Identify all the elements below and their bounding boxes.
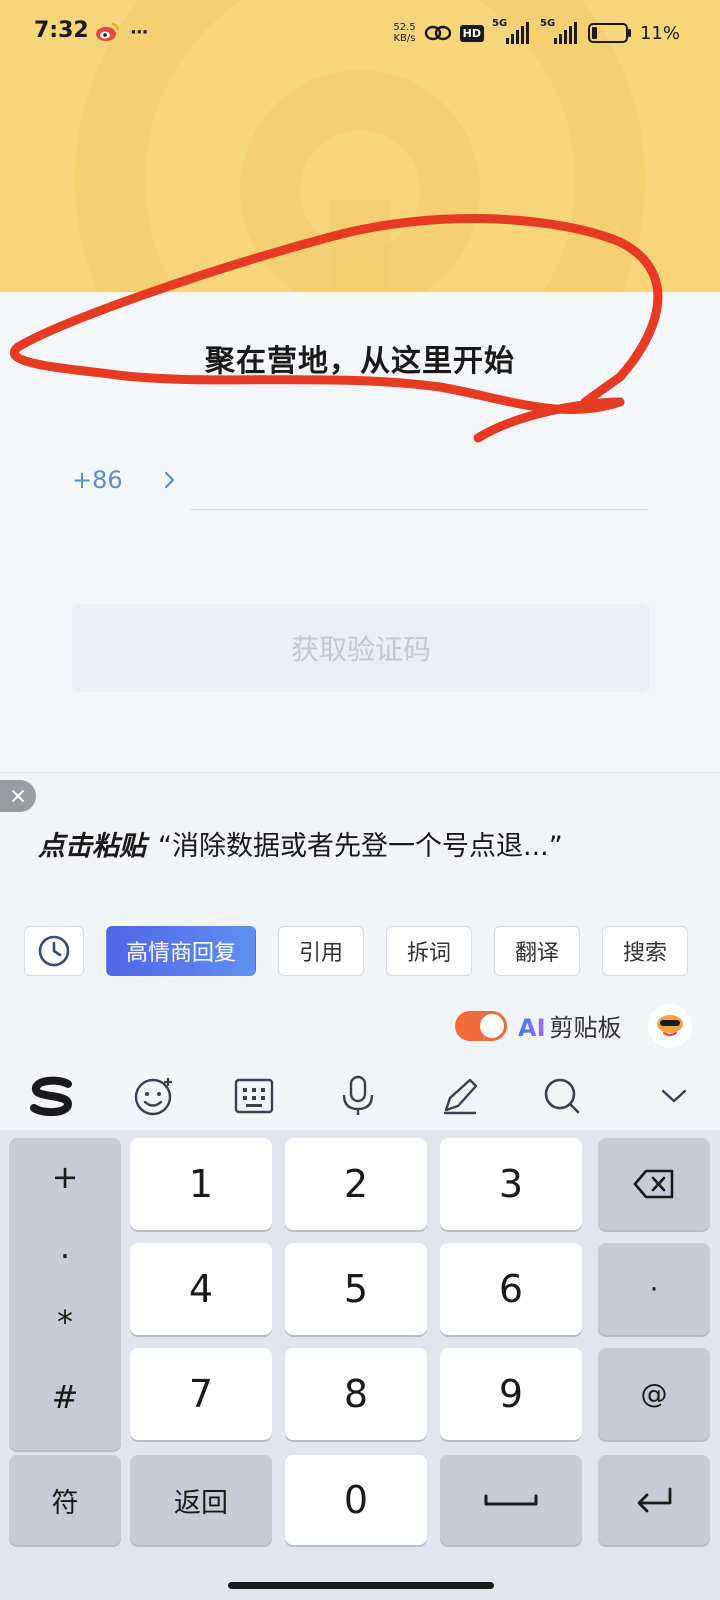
numeric-keypad: + . * # 1 2 3 4 5 6 · 7 8 9 @ 符 返回 0 — [0, 1130, 720, 1600]
space-bar-icon — [484, 1494, 538, 1506]
ai-text: AI — [518, 1014, 546, 1042]
chevron-right-icon[interactable] — [160, 470, 180, 490]
more-indicator: ··· — [130, 21, 148, 43]
key-0[interactable]: 0 — [285, 1455, 427, 1545]
keyboard-icon[interactable] — [232, 1074, 276, 1118]
key-9[interactable]: 9 — [440, 1348, 582, 1440]
home-indicator[interactable] — [228, 1582, 494, 1589]
key-7[interactable]: 7 — [130, 1348, 272, 1440]
key-3[interactable]: 3 — [440, 1138, 582, 1230]
key-2[interactable]: 2 — [285, 1138, 427, 1230]
ai-clipboard-row: AI 剪贴板 — [0, 1000, 720, 1054]
phone-number-input[interactable] — [190, 456, 648, 510]
key-5[interactable]: 5 — [285, 1243, 427, 1335]
close-clipboard-button[interactable] — [0, 780, 36, 812]
ime-toolbar: 高情商回复 引用 拆词 翻译 搜索 — [24, 926, 688, 976]
ai-clipboard-label: 剪贴板 — [549, 1014, 622, 1042]
key-plus[interactable]: + — [9, 1158, 121, 1196]
backspace-key[interactable] — [598, 1138, 710, 1230]
key-6[interactable]: 6 — [440, 1243, 582, 1335]
signal-icon: 5G — [540, 18, 580, 46]
mascot-icon[interactable] — [648, 1004, 692, 1048]
ai-clipboard-toggle[interactable] — [455, 1011, 507, 1041]
weibo-icon — [96, 23, 119, 41]
key-period[interactable]: . — [9, 1228, 121, 1266]
link-icon — [424, 25, 451, 41]
search-chip[interactable]: 搜索 — [602, 926, 688, 976]
handwriting-pen-icon[interactable] — [438, 1074, 482, 1118]
sogou-logo-icon[interactable] — [28, 1074, 76, 1118]
symbol-column[interactable]: + . * # — [9, 1138, 121, 1450]
smart-reply-chip[interactable]: 高情商回复 — [106, 926, 256, 976]
hd-badge: HD — [459, 24, 484, 42]
country-code-selector[interactable]: +86 — [72, 466, 123, 494]
network-speed: 52.5 KB/s — [393, 22, 416, 44]
microphone-icon[interactable] — [336, 1074, 380, 1118]
close-icon — [12, 790, 24, 802]
search-icon[interactable] — [540, 1074, 584, 1118]
keyboard-toolbar — [0, 1062, 720, 1124]
key-at[interactable]: @ — [598, 1348, 710, 1440]
translate-chip[interactable]: 翻译 — [494, 926, 580, 976]
status-bar: 7:32 ··· 52.5 KB/s HD 5G 5G 11% — [0, 0, 720, 66]
battery-icon — [587, 23, 631, 43]
key-4[interactable]: 4 — [130, 1243, 272, 1335]
enter-key[interactable] — [598, 1455, 710, 1545]
key-dot[interactable]: · — [598, 1243, 710, 1335]
history-button[interactable] — [24, 926, 84, 976]
key-asterisk[interactable]: * — [9, 1303, 121, 1341]
enter-icon — [637, 1487, 672, 1513]
split-words-chip[interactable]: 拆词 — [386, 926, 472, 976]
clock-icon — [38, 935, 70, 967]
key-1[interactable]: 1 — [130, 1138, 272, 1230]
get-verification-code-button[interactable]: 获取验证码 — [72, 604, 650, 692]
backspace-icon — [633, 1169, 674, 1199]
space-key[interactable] — [440, 1455, 582, 1545]
chevron-down-icon[interactable] — [652, 1074, 696, 1118]
paste-suggestion[interactable]: 点击粘贴 “消除数据或者先登一个号点退...” — [38, 824, 563, 863]
quote-chip[interactable]: 引用 — [278, 926, 364, 976]
emoji-icon[interactable] — [132, 1074, 176, 1118]
status-time: 7:32 — [34, 18, 89, 43]
back-key[interactable]: 返回 — [130, 1455, 272, 1545]
key-hash[interactable]: # — [9, 1378, 121, 1416]
paste-preview: “消除数据或者先登一个号点退...” — [158, 831, 563, 862]
signal-icon: 5G — [492, 18, 532, 46]
symbols-key[interactable]: 符 — [9, 1455, 121, 1545]
paste-label: 点击粘贴 — [38, 831, 146, 862]
welcome-title: 聚在营地，从这里开始 — [205, 344, 515, 379]
key-8[interactable]: 8 — [285, 1348, 427, 1440]
battery-percent: 11% — [639, 22, 680, 44]
